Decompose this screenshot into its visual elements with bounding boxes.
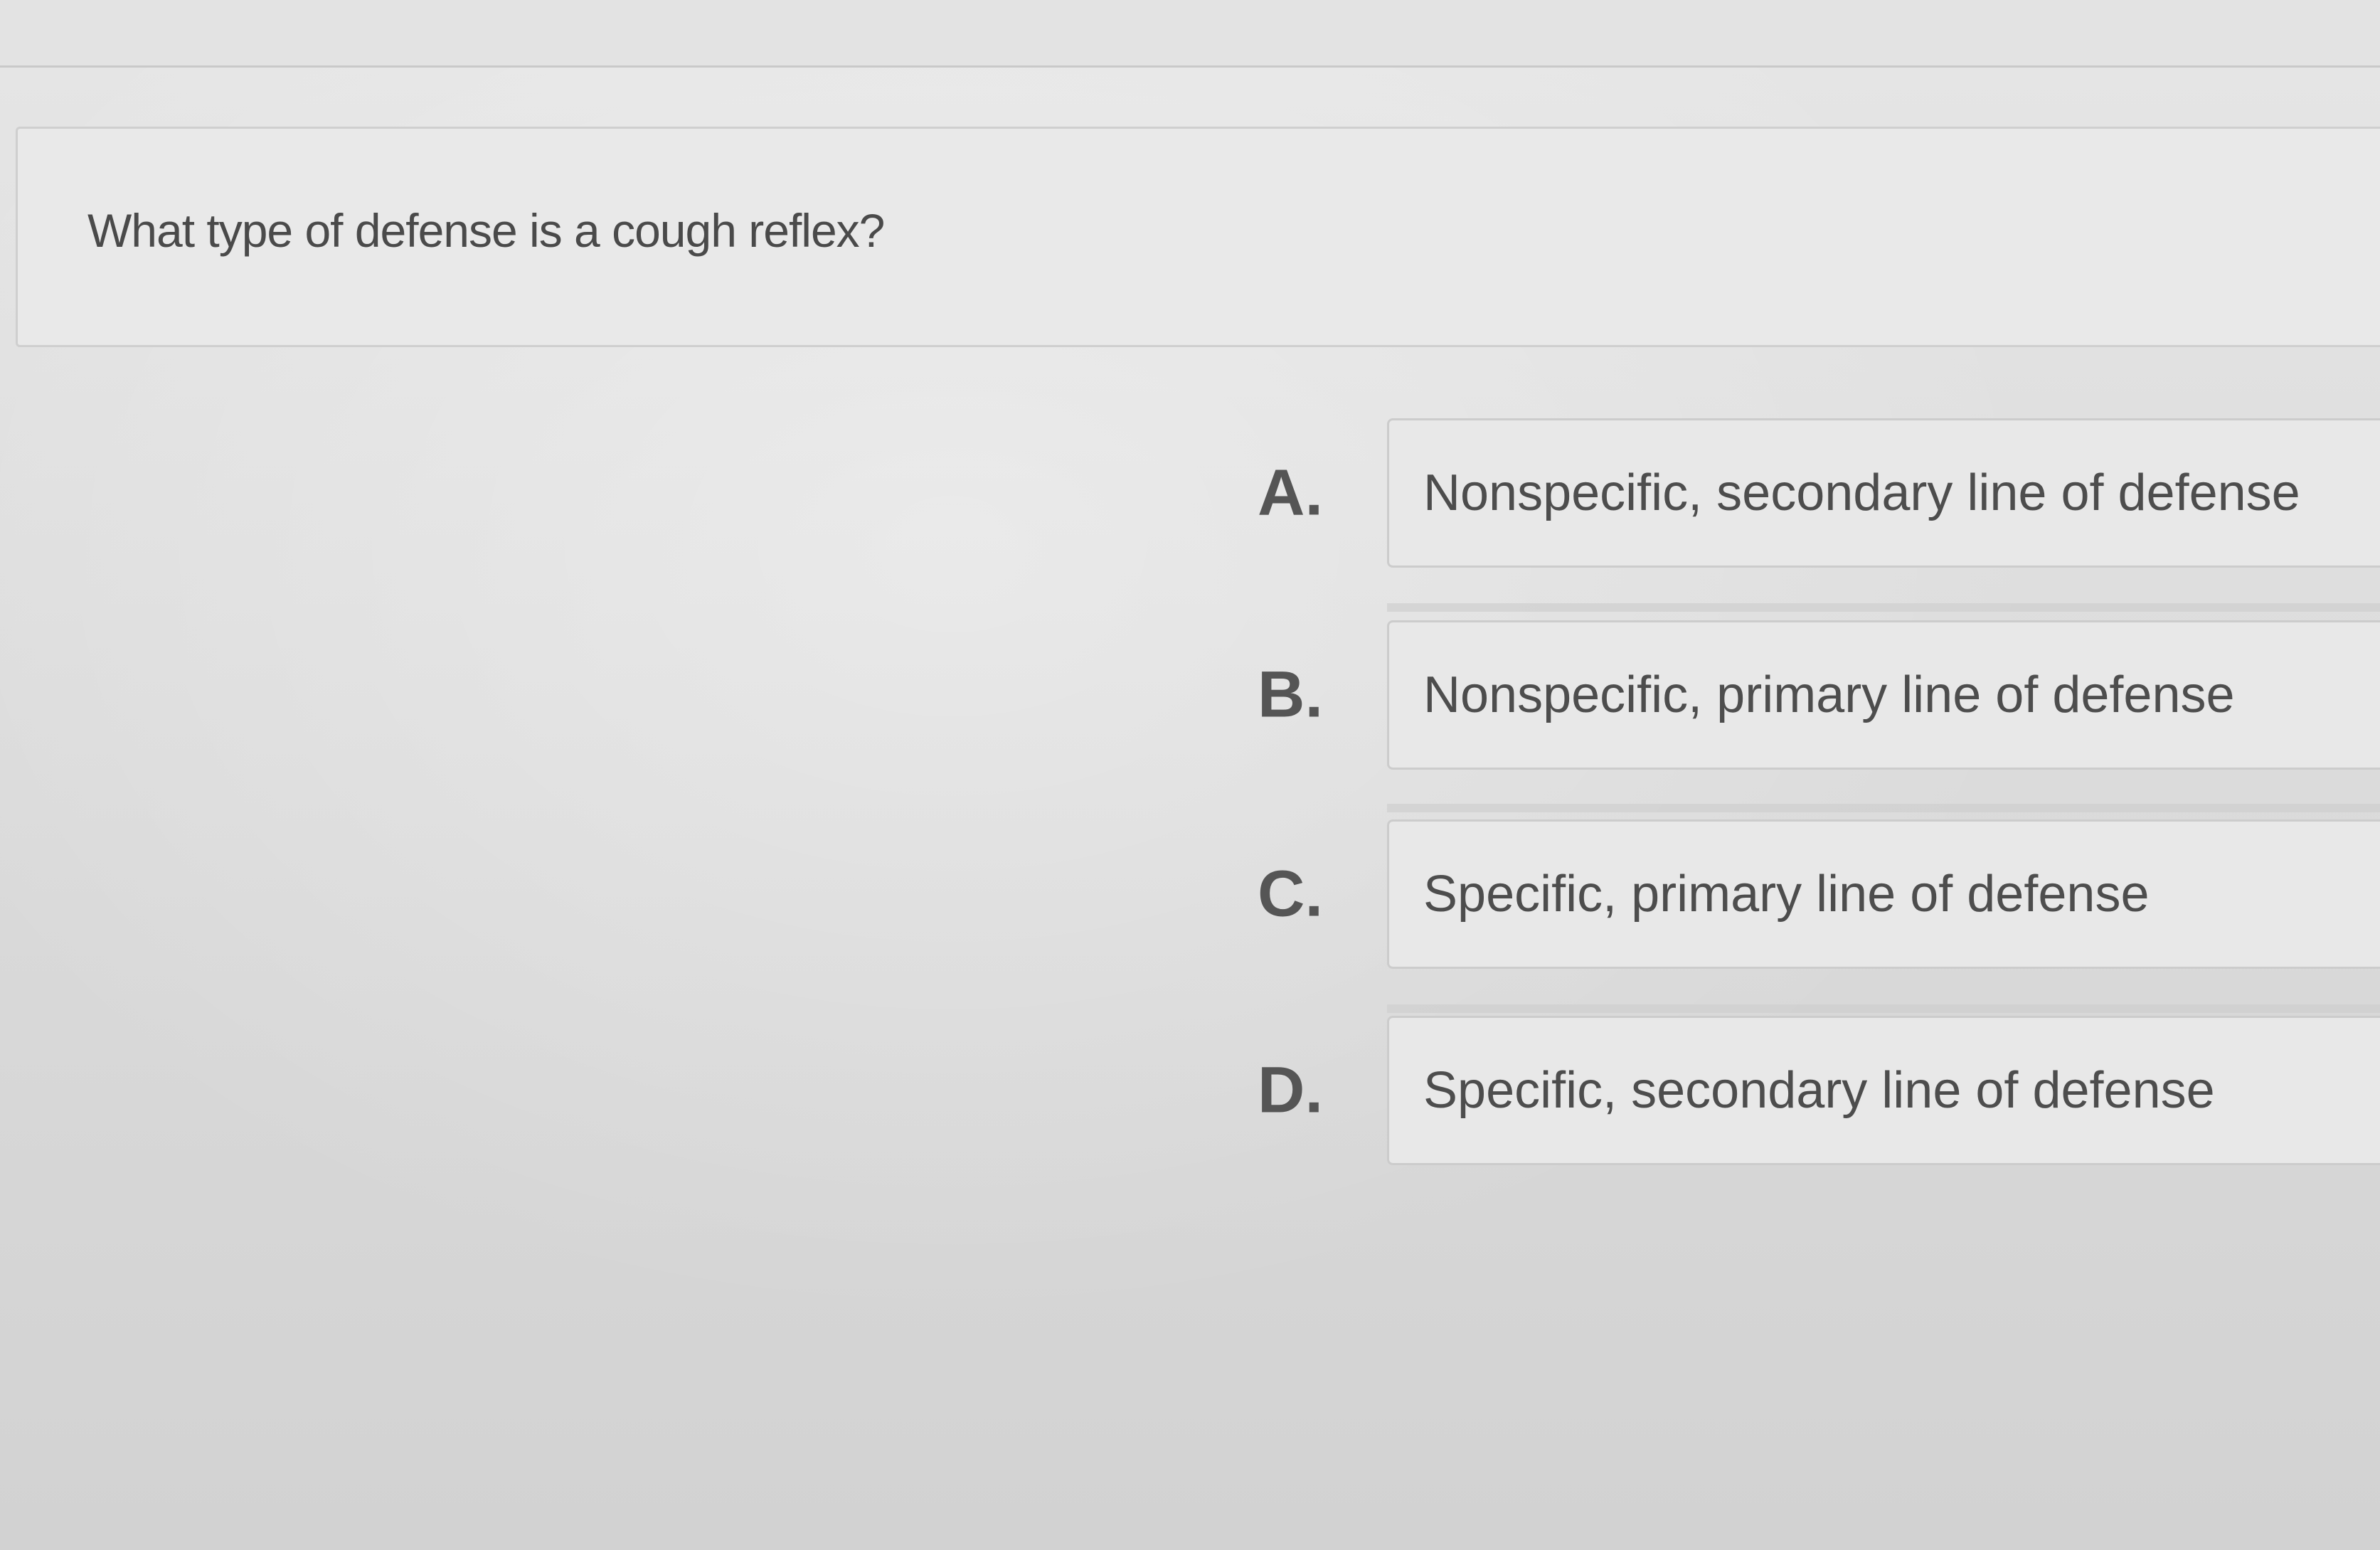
option-text-b: Nonspecific, primary line of defense — [1423, 667, 2235, 723]
answer-option-b[interactable]: B. Nonspecific, primary line of defense — [1258, 620, 2380, 770]
question-panel: What type of defense is a cough reflex? — [16, 127, 2380, 347]
option-letter-c: C. — [1258, 857, 1323, 930]
question-text: What type of defense is a cough reflex? — [87, 204, 885, 257]
answer-option-d[interactable]: D. Specific, secondary line of defense — [1258, 1016, 2380, 1165]
option-divider — [1387, 603, 2380, 612]
option-text-c: Specific, primary line of defense — [1423, 866, 2150, 923]
answer-choice-d-button[interactable]: Specific, secondary line of defense — [1387, 1016, 2380, 1165]
page-header-strip — [0, 0, 2380, 68]
option-text-a: Nonspecific, secondary line of defense — [1423, 465, 2300, 521]
answer-choice-c-button[interactable]: Specific, primary line of defense — [1387, 819, 2380, 969]
option-letter-a: A. — [1258, 456, 1323, 529]
option-letter-d: D. — [1258, 1053, 1323, 1127]
answer-choice-a-button[interactable]: Nonspecific, secondary line of defense — [1387, 418, 2380, 568]
option-letter-b: B. — [1258, 658, 1323, 731]
option-text-d: Specific, secondary line of defense — [1423, 1062, 2215, 1119]
answer-option-c[interactable]: C. Specific, primary line of defense — [1258, 819, 2380, 969]
option-divider — [1387, 804, 2380, 812]
answer-choice-b-button[interactable]: Nonspecific, primary line of defense — [1387, 620, 2380, 770]
answer-option-a[interactable]: A. Nonspecific, secondary line of defens… — [1258, 418, 2380, 568]
option-divider — [1387, 1004, 2380, 1013]
